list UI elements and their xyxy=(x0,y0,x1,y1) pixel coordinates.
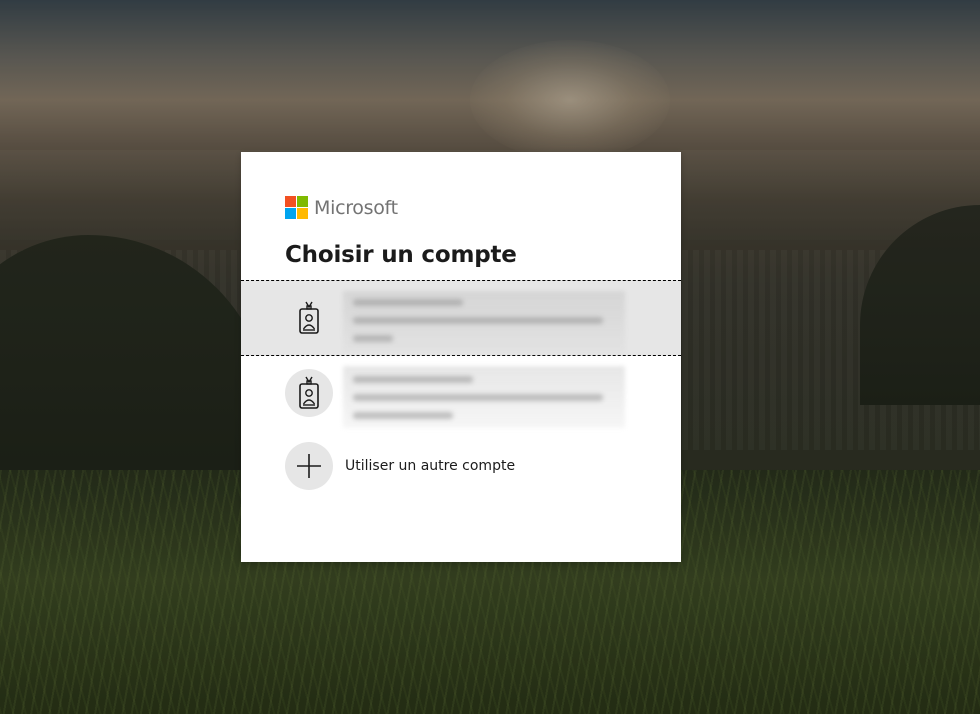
redacted-line xyxy=(353,317,603,324)
redacted-line xyxy=(353,394,603,401)
account-tile-2[interactable] xyxy=(241,356,681,430)
page-title: Choisir un compte xyxy=(285,242,517,268)
microsoft-logo-icon xyxy=(285,196,308,219)
account-tile-1[interactable] xyxy=(241,280,681,356)
badge-icon xyxy=(285,369,333,417)
badge-icon xyxy=(285,294,333,342)
redacted-line xyxy=(353,376,473,383)
plus-icon xyxy=(285,442,333,490)
redacted-line xyxy=(353,412,453,419)
use-another-account-label: Utiliser un autre compte xyxy=(345,458,516,474)
use-another-account-button[interactable]: Utiliser un autre compte xyxy=(241,438,681,494)
account-picker-dialog: Microsoft Choisir un compte Utiliser un … xyxy=(241,152,681,562)
redacted-line xyxy=(353,299,463,306)
microsoft-logo: Microsoft xyxy=(285,196,398,219)
redacted-line xyxy=(353,335,393,342)
microsoft-logo-text: Microsoft xyxy=(314,196,398,219)
